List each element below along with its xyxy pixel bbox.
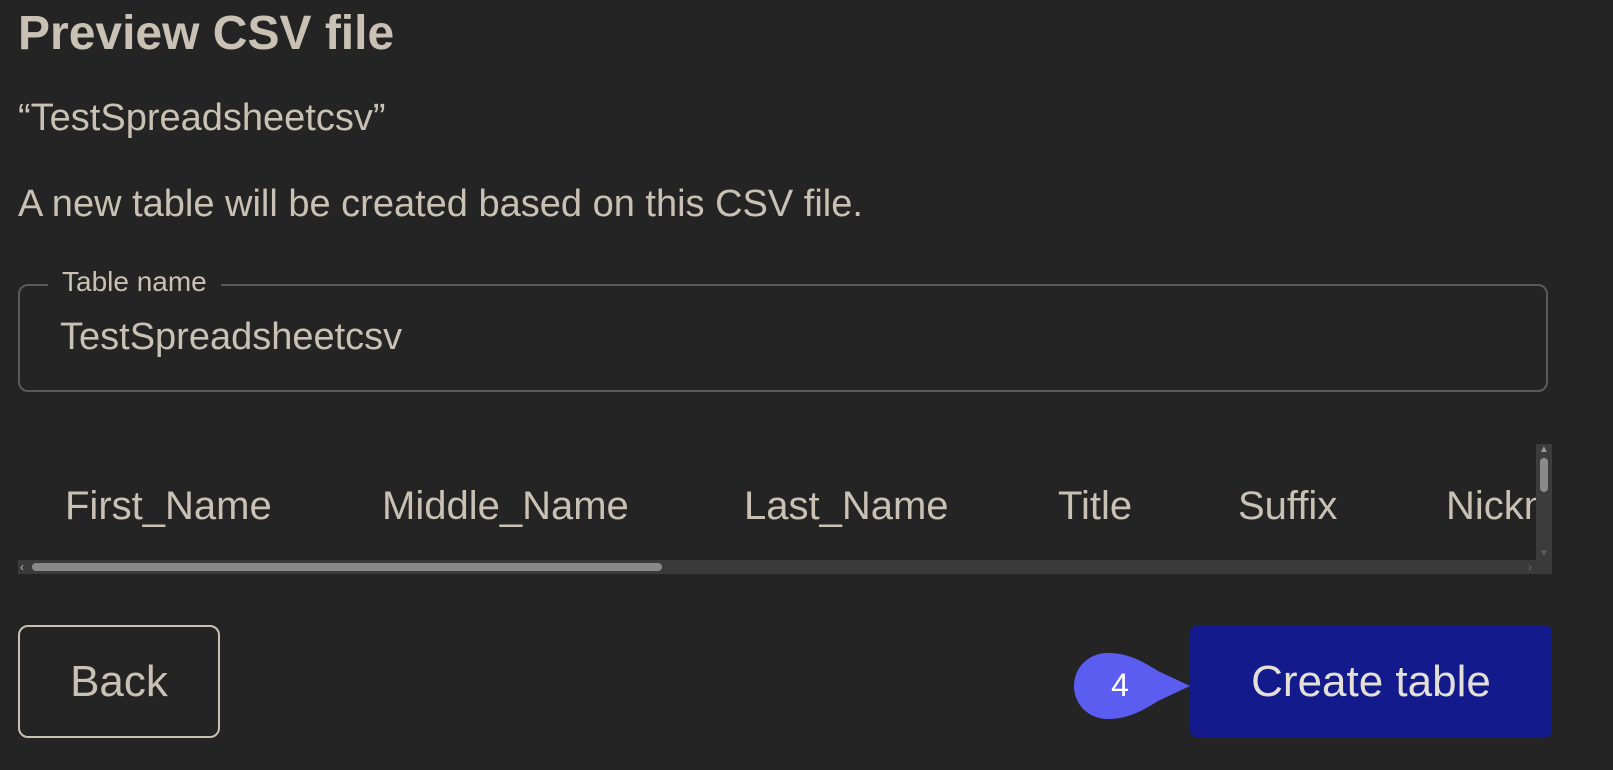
vertical-scrollbar[interactable]: ▲ ▼ <box>1536 444 1552 560</box>
scroll-down-icon[interactable]: ▼ <box>1539 549 1549 559</box>
column-header-nickname: Nickname <box>1446 484 1536 528</box>
scroll-up-icon[interactable]: ▲ <box>1539 445 1549 455</box>
column-header-last-name: Last_Name <box>744 484 949 528</box>
horizontal-scroll-thumb[interactable] <box>32 563 662 571</box>
column-header-suffix: Suffix <box>1238 484 1338 528</box>
dialog-title: Preview CSV file <box>18 7 395 60</box>
table-name-label: Table name <box>48 266 221 298</box>
dialog-description: A new table will be created based on thi… <box>18 183 863 225</box>
horizontal-scrollbar[interactable]: ‹ › <box>18 560 1552 574</box>
preview-csv-dialog: Preview CSV file “TestSpreadsheetcsv” A … <box>0 0 1613 770</box>
column-header-middle-name: Middle_Name <box>382 484 629 528</box>
vertical-scroll-thumb[interactable] <box>1540 458 1548 492</box>
create-table-button[interactable]: Create table <box>1190 625 1552 738</box>
step-marker: 4 <box>1072 651 1194 721</box>
csv-filename: “TestSpreadsheetcsv” <box>18 97 386 139</box>
step-number: 4 <box>1111 667 1129 703</box>
back-button[interactable]: Back <box>18 625 220 738</box>
table-header-row: First_Name Middle_Name Last_Name Title S… <box>18 444 1536 560</box>
csv-preview-table: First_Name Middle_Name Last_Name Title S… <box>18 444 1552 574</box>
column-header-first-name: First_Name <box>65 484 272 528</box>
column-header-title: Title <box>1058 484 1133 528</box>
table-name-input[interactable] <box>60 312 1500 362</box>
scroll-left-icon[interactable]: ‹ <box>20 560 24 574</box>
table-name-field[interactable]: Table name <box>18 266 1548 392</box>
scroll-right-icon[interactable]: › <box>1528 560 1532 574</box>
